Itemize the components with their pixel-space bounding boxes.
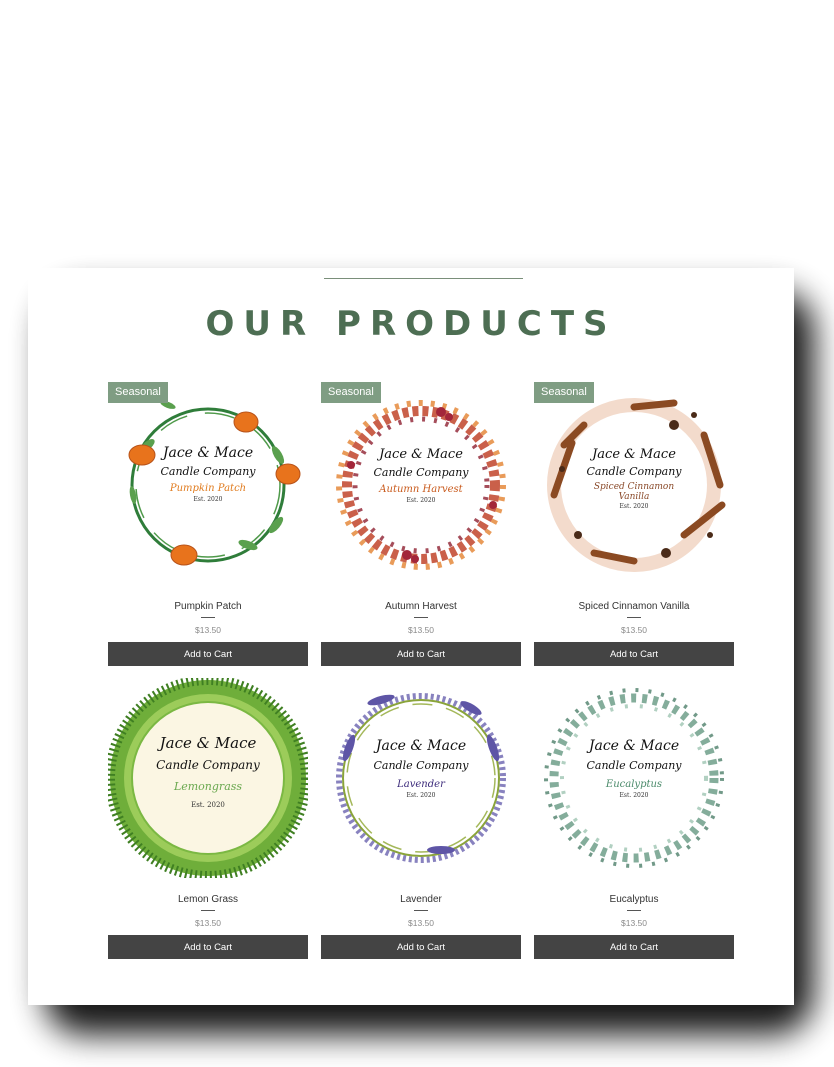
product-price: $13.50 (408, 918, 434, 928)
brand-line2: Candle Company (156, 758, 260, 772)
product-card-pumpkin-patch[interactable]: Seasonal Jace & Mace Candle Company Pump… (108, 382, 308, 705)
brand-line2: Candle Company (160, 465, 256, 478)
seasonal-badge: Seasonal (108, 382, 168, 403)
name-divider (627, 910, 641, 911)
brand-line1: Jace & Mace (375, 738, 467, 754)
product-name[interactable]: Spiced Cinnamon Vanilla (534, 601, 734, 612)
name-divider (201, 910, 215, 911)
brand-line2: Candle Company (586, 759, 682, 772)
scent-label: Lemongrass (173, 780, 243, 793)
name-divider (627, 617, 641, 618)
add-to-cart-button[interactable]: Add to Cart (534, 935, 734, 959)
scent-label: Spiced Cinnamon (593, 482, 675, 492)
add-to-cart-button[interactable]: Add to Cart (321, 935, 521, 959)
product-price: $13.50 (195, 918, 221, 928)
scent-label: Eucalyptus (605, 779, 663, 790)
brand-line1: Jace & Mace (588, 738, 680, 754)
name-divider (414, 617, 428, 618)
product-price: $13.50 (621, 918, 647, 928)
seasonal-badge: Seasonal (534, 382, 594, 403)
brand-line1: Jace & Mace (592, 447, 676, 462)
label-text: Jace & Mace Candle Company Spiced Cinnam… (534, 447, 734, 510)
est-text: Est. 2020 (191, 801, 225, 809)
add-to-cart-button[interactable]: Add to Cart (534, 642, 734, 666)
product-card-lavender[interactable]: Jace & Mace Candle Company Lavender Est.… (321, 678, 521, 998)
brand-line2: Candle Company (586, 465, 682, 478)
est-text: Est. 2020 (619, 792, 649, 799)
name-divider (201, 617, 215, 618)
label-text: Jace & Mace Candle Company Lavender Est.… (321, 738, 521, 799)
scent-label: Pumpkin Patch (169, 483, 247, 494)
add-to-cart-button[interactable]: Add to Cart (108, 642, 308, 666)
product-card-eucalyptus[interactable]: Jace & Mace Candle Company Eucalyptus Es… (534, 678, 734, 998)
add-to-cart-button[interactable]: Add to Cart (108, 935, 308, 959)
name-divider (414, 910, 428, 911)
product-card-autumn-harvest[interactable]: Seasonal Jace & Mace Candle Company Autu… (321, 382, 521, 705)
brand-line2: Candle Company (373, 759, 469, 772)
brand-line1: Jace & Mace (162, 445, 254, 461)
products-section: OUR PRODUCTS Seasonal Jace & Mace Candle… (28, 268, 794, 1005)
product-price: $13.50 (408, 625, 434, 635)
brand-line1: Jace & Mace (159, 734, 257, 752)
est-text: Est. 2020 (619, 503, 649, 510)
product-card-spiced-cinnamon-vanilla[interactable]: Seasonal Jace & Mace Candle Company Spic… (534, 382, 734, 705)
section-title: OUR PRODUCTS (205, 304, 617, 344)
scent-label-line2: Vanilla (618, 492, 650, 502)
add-to-cart-button[interactable]: Add to Cart (321, 642, 521, 666)
product-name[interactable]: Pumpkin Patch (108, 601, 308, 612)
product-name[interactable]: Eucalyptus (534, 894, 734, 905)
product-card-lemon-grass[interactable]: Jace & Mace Candle Company Lemongrass Es… (108, 678, 308, 998)
top-divider (324, 278, 523, 279)
est-text: Est. 2020 (406, 497, 436, 504)
product-name[interactable]: Lavender (321, 894, 521, 905)
est-text: Est. 2020 (193, 496, 223, 503)
product-price: $13.50 (621, 625, 647, 635)
label-text: Jace & Mace Candle Company Autumn Harves… (321, 447, 521, 504)
product-price: $13.50 (195, 625, 221, 635)
label-text: Jace & Mace Candle Company Eucalyptus Es… (534, 738, 734, 799)
seasonal-badge: Seasonal (321, 382, 381, 403)
brand-line2: Candle Company (373, 466, 469, 479)
label-text: Jace & Mace Candle Company Pumpkin Patch… (108, 445, 308, 503)
product-name[interactable]: Lemon Grass (108, 894, 308, 905)
brand-line1: Jace & Mace (379, 447, 463, 462)
label-text: Jace & Mace Candle Company Lemongrass Es… (108, 734, 308, 809)
scent-label: Lavender (397, 779, 445, 790)
product-name[interactable]: Autumn Harvest (321, 601, 521, 612)
est-text: Est. 2020 (406, 792, 436, 799)
scent-label: Autumn Harvest (379, 484, 463, 495)
